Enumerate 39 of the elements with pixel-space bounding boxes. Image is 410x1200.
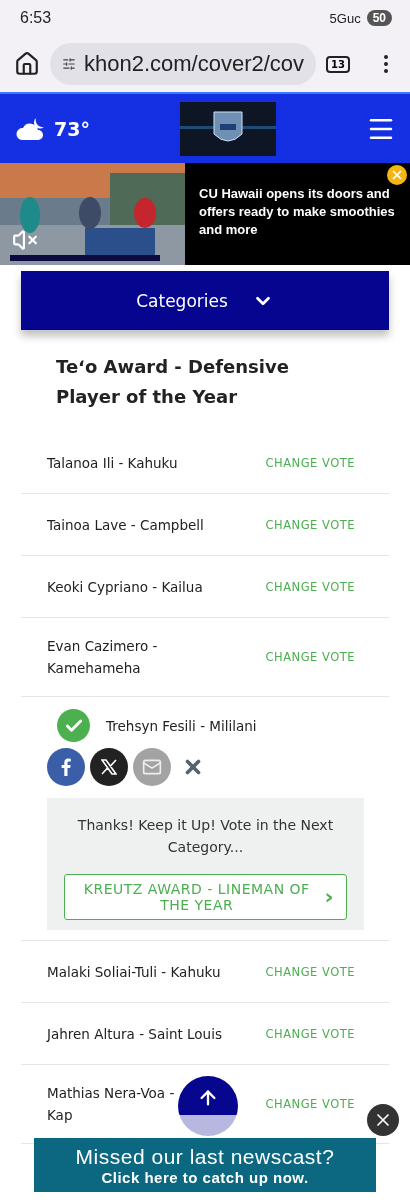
next-category-button[interactable]: KREUTZ AWARD - LINEMAN OF THE YEAR › [64,874,347,920]
nominee-name: Evan Cazimero - Kamehameha [47,637,159,678]
thanks-message: Thanks! Keep it Up! Vote in the Next Category... [76,816,335,857]
x-share-button[interactable] [90,748,128,786]
nominee-name: Talanoa Ili - Kahuku [47,453,178,473]
change-vote-button[interactable]: CHANGE VOTE [265,513,355,536]
newscast-banner[interactable]: Missed our last newscast? Click here to catch up now. [34,1138,376,1192]
facebook-icon [61,758,71,776]
cover2-logo[interactable] [179,101,276,156]
site-settings-icon[interactable] [62,56,76,72]
nominee-name: Trehsyn Fesili - Mililani [106,716,257,736]
battery-badge: 50 [366,10,392,26]
categories-dropdown[interactable]: Categories [21,271,389,330]
category-title: Teʻo Award - Defensive Player of the Year [56,355,290,409]
scroll-up-button[interactable] [178,1076,238,1136]
change-vote-button[interactable]: CHANGE VOTE [265,575,355,598]
temperature: 73° [54,117,90,140]
change-vote-button[interactable]: CHANGE VOTE [265,960,355,983]
network-label: 5Guc [329,10,361,26]
close-banner-button[interactable] [367,1104,399,1136]
nominee-name: Tainoa Lave - Campbell [47,515,204,535]
close-button[interactable] [387,165,407,185]
mute-icon[interactable] [12,227,38,253]
nominee-name: Mathias Nera-Voa - Kap [47,1084,176,1125]
home-icon[interactable] [14,51,40,77]
facebook-share-button[interactable] [47,748,85,786]
change-vote-button[interactable]: CHANGE VOTE [265,451,355,474]
nominee-name: Malaki Soliai-Tuli - Kahuku [47,962,221,982]
change-vote-button[interactable]: CHANGE VOTE [265,646,355,668]
tab-count[interactable]: 13 [326,55,350,73]
mail-icon [142,757,162,777]
close-icon [390,168,404,182]
status-time: 6:53 [20,9,52,27]
nominee-name: Keoki Cypriano - Kailua [47,577,203,597]
change-vote-button[interactable]: CHANGE VOTE [265,1093,355,1115]
url-field[interactable]: khon2.com/cover2/cov [50,43,317,85]
x-logo-icon [101,759,117,775]
change-vote-button[interactable]: CHANGE VOTE [265,1022,355,1045]
nominee-name: Jahren Altura - Saint Louis [47,1024,222,1044]
